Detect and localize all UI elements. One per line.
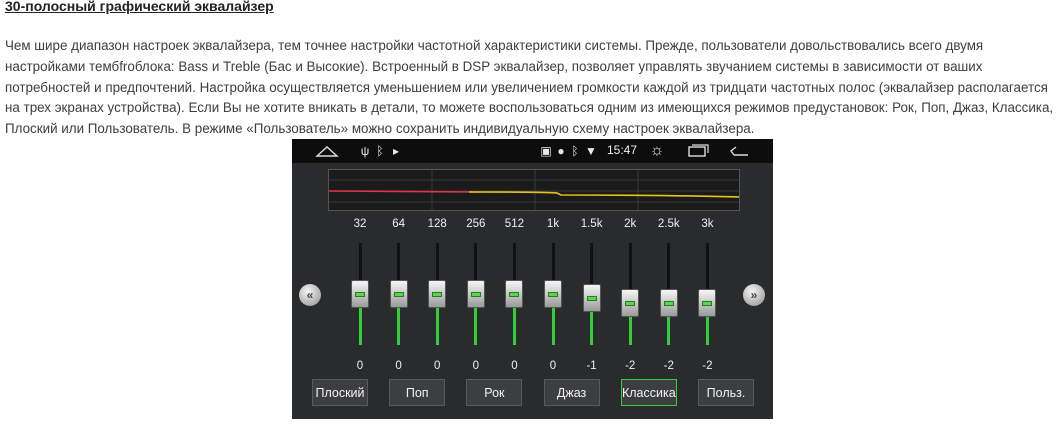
band-freq-label: 128: [427, 218, 447, 230]
band-slider-knob[interactable]: [698, 288, 717, 317]
device-screen: ψ ᛒ ▸ ▣ ● ᛒ ▼ 15:47 ☼ 32 0 64 0 128 0 256 0 512 0…: [292, 139, 773, 419]
brightness-icon[interactable]: ☼: [646, 142, 668, 159]
band-slider-knob[interactable]: [505, 280, 524, 308]
status-bar: ψ ᛒ ▸ ▣ ● ᛒ ▼ 15:47 ☼: [292, 139, 773, 163]
home-icon[interactable]: [314, 143, 340, 159]
band-gain-value: 0: [472, 360, 479, 372]
clock: 15:47: [607, 143, 638, 157]
band-slider-knob[interactable]: [428, 280, 447, 308]
article-heading[interactable]: 30-полосный графический эквалайзер: [5, 0, 274, 14]
back-icon[interactable]: [726, 143, 754, 159]
band-gain-value: -2: [625, 360, 636, 372]
band-freq-label: 256: [466, 218, 486, 230]
bluetooth-icon: ᛒ: [571, 144, 579, 158]
band-freq-label: 32: [353, 218, 367, 230]
prev-page-icon[interactable]: «: [299, 284, 321, 306]
band-gain-value: -2: [702, 360, 713, 372]
band-slider-knob[interactable]: [659, 288, 678, 317]
band-slider-knob[interactable]: [351, 280, 369, 308]
band-freq-label: 3k: [701, 218, 714, 230]
band-slider-knob[interactable]: [389, 280, 408, 308]
location-icon: ●: [557, 144, 565, 158]
band-slider-knob[interactable]: [466, 280, 485, 308]
eq-curve-graph: [328, 169, 740, 211]
band-gain-value: 0: [395, 360, 402, 372]
band-freq-label: 64: [392, 218, 405, 230]
next-page-icon[interactable]: »: [743, 284, 765, 306]
band-freq-label: 1.5k: [580, 218, 603, 230]
band-freq-label: 1k: [546, 218, 560, 230]
wifi-icon: ▼: [585, 144, 597, 158]
cast-icon: ▣: [540, 144, 552, 158]
bluetooth-icon: ᛒ: [376, 144, 384, 158]
preset-button[interactable]: Джаз: [543, 379, 600, 406]
band-slider-knob[interactable]: [621, 288, 640, 317]
band-freq-label: 2.5k: [657, 218, 680, 230]
band-freq-label: 512: [504, 218, 524, 230]
preset-button[interactable]: Поп: [389, 379, 446, 406]
preset-button[interactable]: Классика: [620, 379, 677, 406]
band-gain-value: 0: [549, 360, 557, 372]
band-gain-value: 0: [433, 360, 441, 372]
band-gain-value: 0: [511, 360, 518, 372]
bass-curve: [329, 190, 480, 193]
play-icon: ▸: [392, 144, 400, 158]
preset-button[interactable]: Рок: [466, 379, 523, 406]
band-gain-value: 0: [356, 360, 364, 372]
usb-icon: ψ: [360, 144, 370, 158]
preset-button[interactable]: Плоский: [312, 379, 368, 406]
band-slider-knob[interactable]: [582, 284, 601, 313]
band-gain-value: -2: [663, 360, 674, 372]
article-paragraph: Чем шире диапазон настроек эквалайзера, …: [5, 38, 1054, 137]
eq-curve: [329, 170, 739, 210]
preset-button[interactable]: Польз.: [698, 379, 754, 406]
recent-apps-icon[interactable]: [685, 143, 711, 159]
band-freq-label: 2k: [624, 218, 637, 230]
band-slider-knob[interactable]: [544, 280, 562, 308]
treble-curve: [468, 191, 739, 198]
band-gain-value: -1: [586, 360, 597, 372]
